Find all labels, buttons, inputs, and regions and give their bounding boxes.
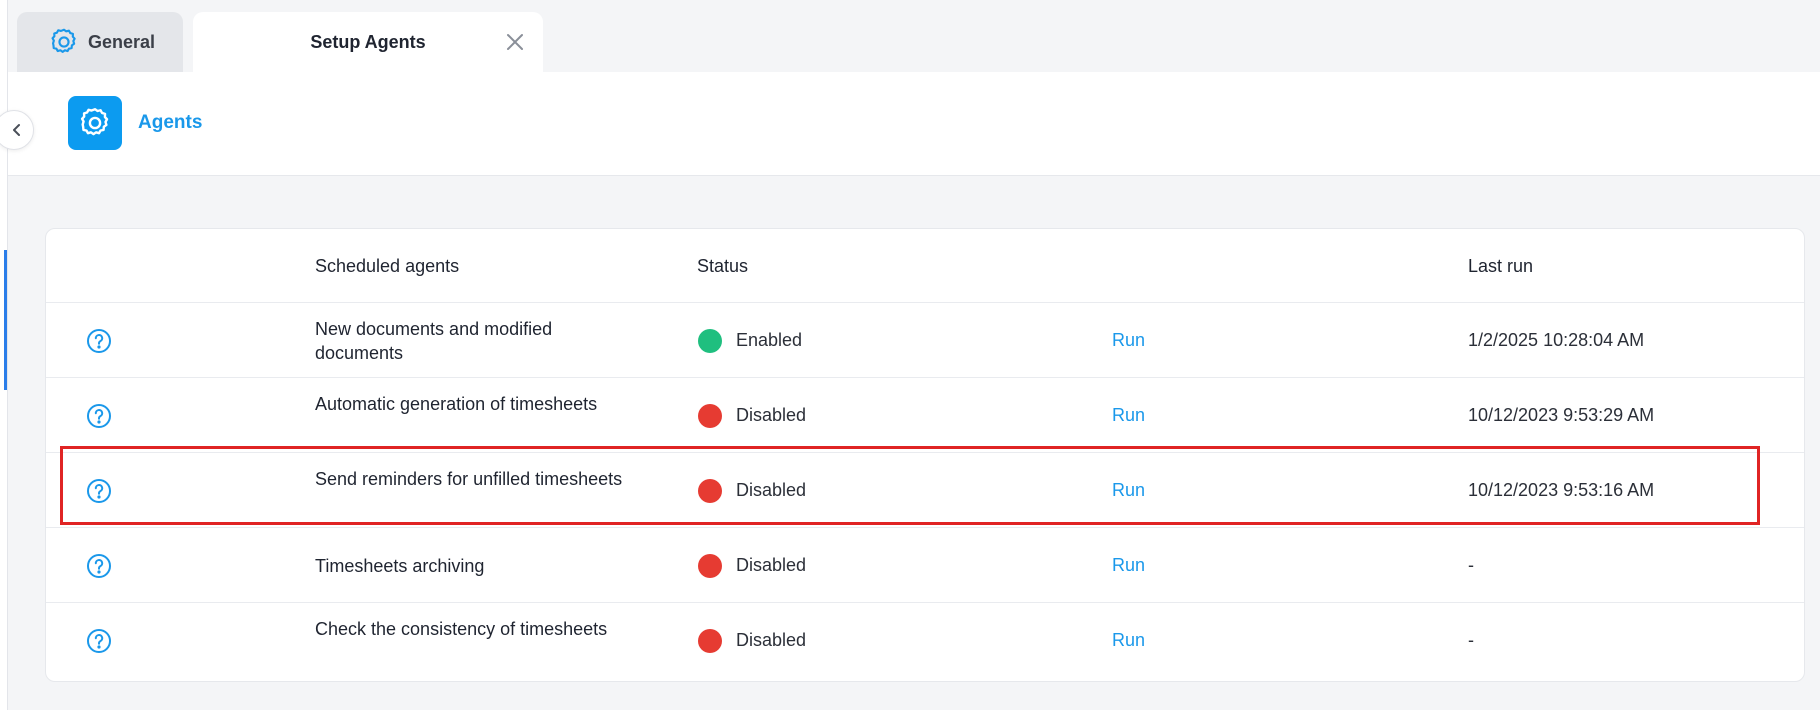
- help-icon[interactable]: [86, 478, 112, 504]
- agent-name: Automatic generation of timesheets: [315, 394, 598, 414]
- column-header-scheduled-agents: Scheduled agents: [315, 256, 460, 276]
- last-run-value: -: [1468, 555, 1474, 575]
- gear-icon: [80, 108, 109, 136]
- run-link[interactable]: Run: [1112, 630, 1145, 651]
- status-indicator: [698, 629, 722, 653]
- last-run-value: -: [1468, 630, 1474, 650]
- run-link[interactable]: Run: [1112, 555, 1145, 576]
- close-icon[interactable]: [503, 30, 527, 54]
- tab-setup-agents-label: Setup Agents: [310, 31, 426, 52]
- page-title: Agents: [138, 112, 203, 133]
- help-icon[interactable]: [86, 403, 112, 429]
- status-indicator: [698, 404, 722, 428]
- agent-name: Check the consistency of timesheets: [315, 619, 608, 639]
- table-row: New documents and modified documents Ena…: [46, 303, 1804, 378]
- agents-icon-badge: [68, 96, 122, 150]
- run-link[interactable]: Run: [1112, 405, 1145, 426]
- table-row: Automatic generation of timesheets Disab…: [46, 378, 1804, 453]
- agent-name: New documents and modified documents: [315, 319, 553, 363]
- chevron-left-icon: [13, 124, 20, 136]
- status-text: Enabled: [736, 330, 803, 350]
- help-icon[interactable]: [86, 628, 112, 654]
- agent-name: Send reminders for unfilled timesheets: [315, 469, 623, 489]
- last-run-value: 1/2/2025 10:28:04 AM: [1468, 330, 1645, 350]
- tab-general-label: General: [88, 31, 156, 52]
- status-text: Disabled: [736, 630, 807, 650]
- last-run-value: 10/12/2023 9:53:16 AM: [1468, 480, 1655, 500]
- table-row: Check the consistency of timesheets Disa…: [46, 603, 1804, 678]
- column-header-status: Status: [697, 256, 749, 276]
- run-link[interactable]: Run: [1112, 480, 1145, 501]
- sidebar-active-indicator: [4, 250, 7, 390]
- agents-table: Scheduled agents Status Last run New doc…: [45, 228, 1805, 682]
- tab-general[interactable]: General: [17, 12, 183, 72]
- status-indicator: [698, 479, 722, 503]
- gear-icon: [51, 28, 76, 53]
- status-indicator: [698, 554, 722, 578]
- table-row: Send reminders for unfilled timesheets D…: [46, 453, 1804, 528]
- tab-bar: General Setup Agents: [8, 0, 1820, 72]
- run-link[interactable]: Run: [1112, 330, 1145, 351]
- table-header: Scheduled agents Status Last run: [46, 229, 1804, 303]
- page-header: Agents: [0, 72, 1820, 176]
- status-text: Disabled: [736, 480, 807, 500]
- last-run-value: 10/12/2023 9:53:29 AM: [1468, 405, 1655, 425]
- status-indicator: [698, 329, 722, 353]
- status-text: Disabled: [736, 555, 807, 575]
- help-icon[interactable]: [86, 328, 112, 354]
- help-icon[interactable]: [86, 553, 112, 579]
- main-content: Agents Scheduled agents Status Last run …: [0, 72, 1820, 710]
- tab-setup-agents[interactable]: Setup Agents: [193, 12, 543, 72]
- column-header-last-run: Last run: [1468, 256, 1534, 276]
- status-text: Disabled: [736, 405, 807, 425]
- table-row: Timesheets archiving Disabled Run -: [46, 528, 1804, 603]
- collapse-sidebar-button[interactable]: [0, 110, 34, 150]
- agent-name: Timesheets archiving: [315, 556, 485, 576]
